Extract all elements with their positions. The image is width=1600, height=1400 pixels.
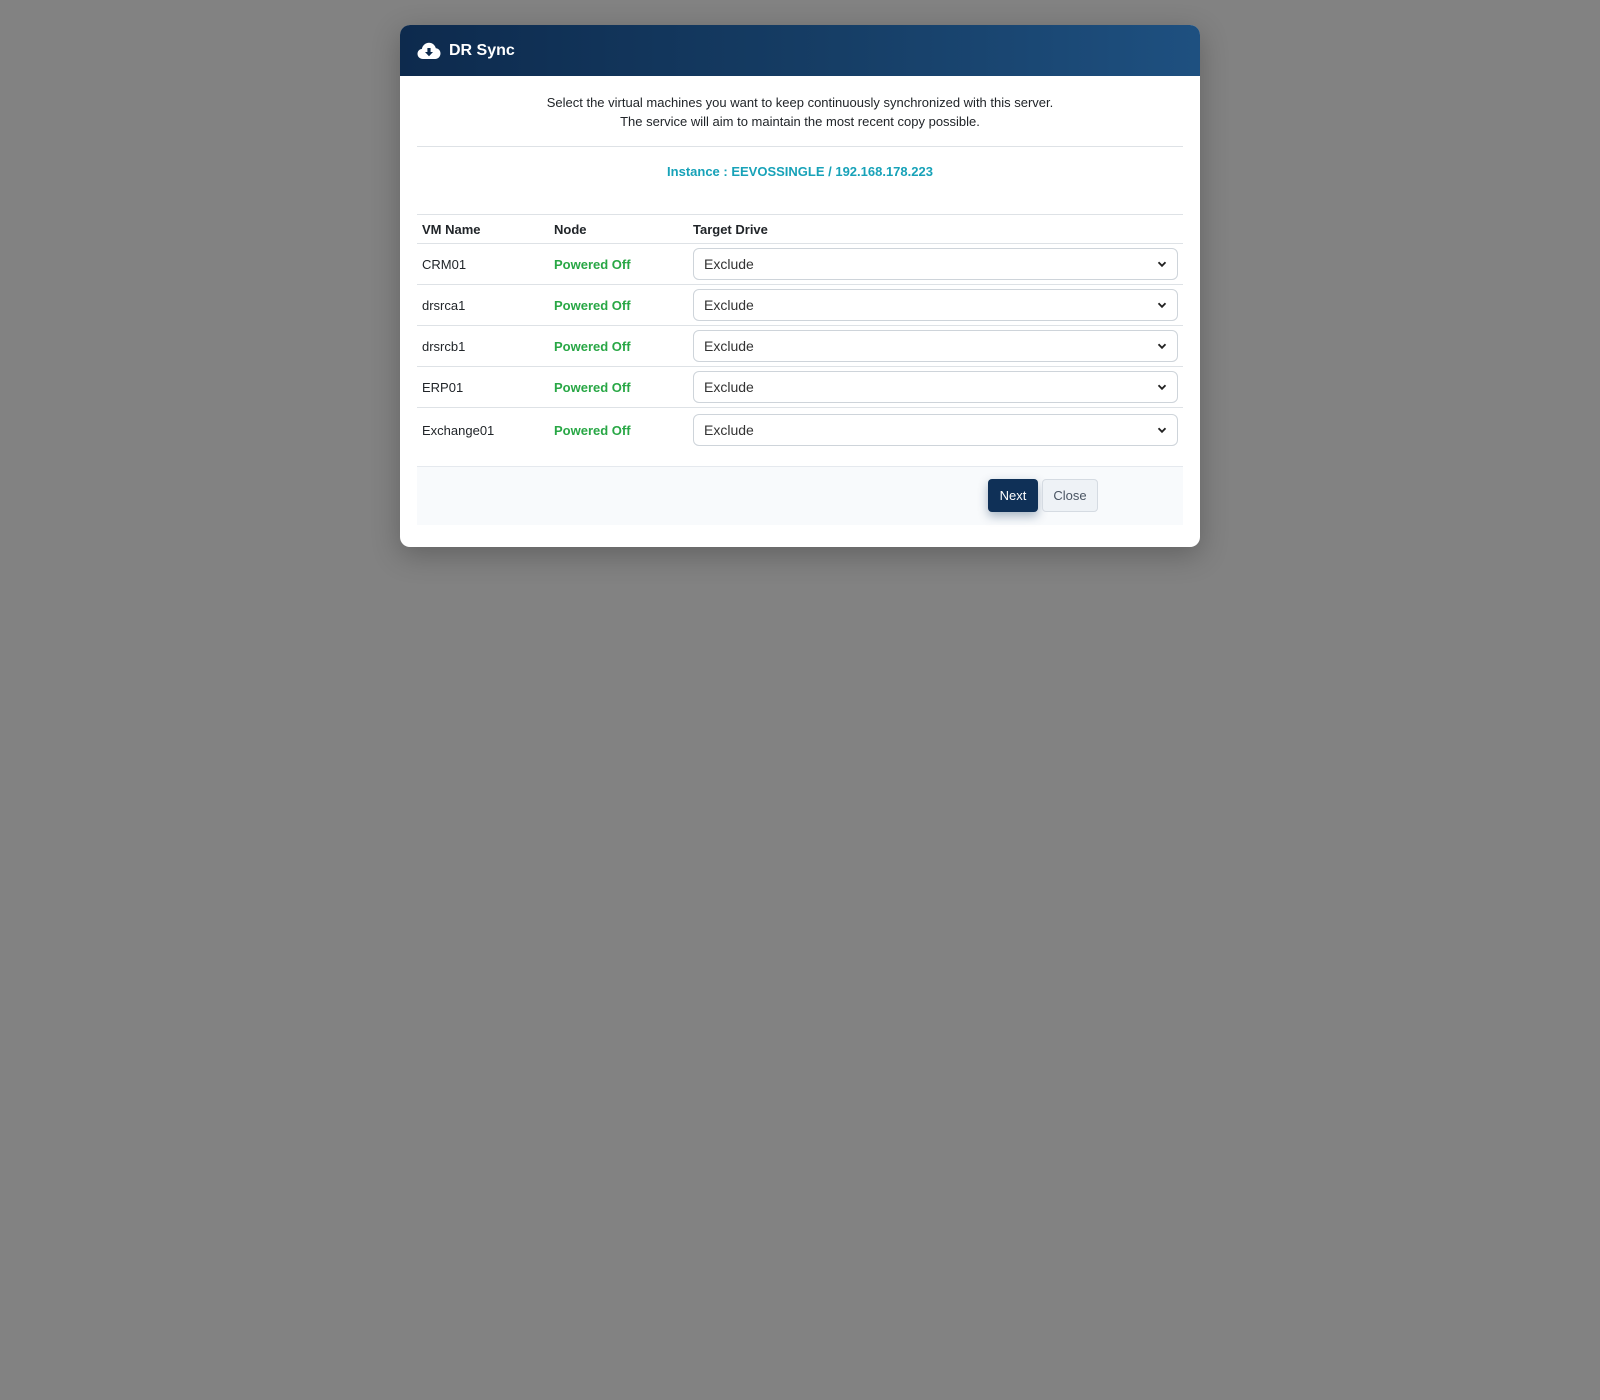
modal-footer: Next Close: [417, 465, 1183, 525]
chevron-down-icon: [1157, 261, 1167, 268]
column-header-target-drive: Target Drive: [688, 214, 1183, 244]
target-drive-cell: Exclude: [688, 284, 1183, 326]
vm-status-cell: Powered Off: [549, 284, 688, 326]
target-drive-select[interactable]: Exclude: [693, 414, 1178, 447]
chevron-down-icon: [1157, 427, 1167, 434]
target-drive-cell: Exclude: [688, 325, 1183, 367]
column-header-node: Node: [549, 214, 688, 244]
vm-name-cell: Exchange01: [422, 422, 495, 438]
vm-name-cell: CRM01: [417, 243, 549, 285]
target-drive-cell: Exclude: [688, 366, 1183, 408]
table-row: CRM01 Powered Off Exclude: [417, 243, 1183, 285]
target-drive-select[interactable]: Exclude: [693, 371, 1178, 403]
target-drive-value: Exclude: [704, 379, 754, 395]
target-drive-value: Exclude: [704, 256, 754, 272]
table-row: drsrca1 Powered Off Exclude: [417, 284, 1183, 326]
chevron-down-icon: [1157, 302, 1167, 309]
vm-status-cell: Powered Off: [549, 325, 688, 367]
intro-text: Select the virtual machines you want to …: [417, 76, 1183, 147]
modal-title: DR Sync: [449, 41, 515, 59]
target-drive-value: Exclude: [704, 422, 754, 439]
vm-status-cell: Powered Off: [549, 366, 688, 408]
target-drive-select[interactable]: Exclude: [693, 330, 1178, 362]
target-drive-cell: Exclude: [688, 408, 1183, 453]
table-header-row: VM Name Node Target Drive: [417, 214, 1183, 244]
table-row: Exchange01 Powered Off Exclude: [417, 408, 1183, 453]
close-button[interactable]: Close: [1042, 478, 1098, 512]
table-row: drsrcb1 Powered Off Exclude: [417, 325, 1183, 367]
vm-status-cell: Powered Off: [554, 422, 631, 438]
instance-label: Instance : EEVOSSINGLE / 192.168.178.223: [667, 164, 933, 179]
target-drive-value: Exclude: [704, 297, 754, 313]
target-drive-select[interactable]: Exclude: [693, 248, 1178, 280]
vm-name-cell: drsrcb1: [417, 325, 549, 367]
chevron-down-icon: [1157, 343, 1167, 350]
intro-line: The service will aim to maintain the mos…: [620, 114, 980, 129]
target-drive-select[interactable]: Exclude: [693, 289, 1178, 321]
vm-name-cell: drsrca1: [417, 284, 549, 326]
target-drive-value: Exclude: [704, 338, 754, 354]
vm-table: VM Name Node Target Drive CRM01 Powered …: [417, 214, 1183, 453]
target-drive-cell: Exclude: [688, 243, 1183, 285]
cloud-download-icon: [417, 41, 441, 61]
modal-body: Select the virtual machines you want to …: [400, 76, 1200, 453]
table-row: ERP01 Powered Off Exclude: [417, 366, 1183, 408]
dr-sync-modal: DR Sync Select the virtual machines you …: [400, 25, 1200, 547]
next-button[interactable]: Next: [988, 478, 1038, 512]
vm-name-cell: ERP01: [417, 366, 549, 408]
vm-status-cell: Powered Off: [549, 243, 688, 285]
chevron-down-icon: [1157, 384, 1167, 391]
intro-line: Select the virtual machines you want to …: [546, 95, 1054, 110]
column-header-vm-name: VM Name: [417, 214, 549, 244]
modal-header: DR Sync: [400, 25, 1200, 76]
